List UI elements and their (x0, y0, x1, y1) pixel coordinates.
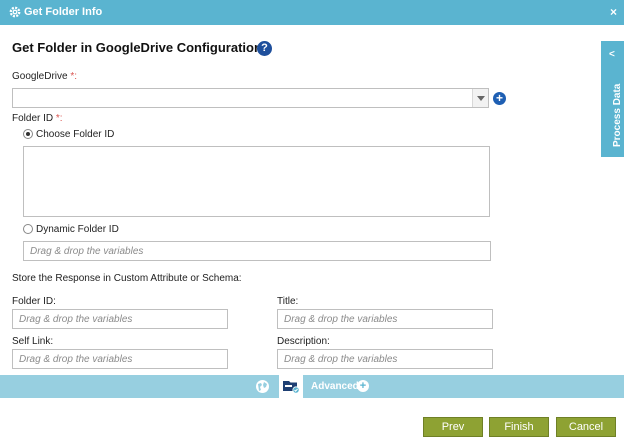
globe-icon[interactable] (255, 379, 270, 394)
choose-folder-radio[interactable] (23, 129, 33, 139)
folder-id-output-label: Folder ID: (12, 296, 56, 307)
add-connection-icon[interactable]: + (493, 92, 506, 105)
dynamic-folder-label: Dynamic Folder ID (36, 224, 119, 235)
title-output-label: Title: (277, 296, 299, 307)
title-bar: Get Folder Info × (0, 0, 624, 25)
dynamic-folder-input[interactable]: Drag & drop the variables (23, 241, 491, 261)
gear-icon (9, 6, 21, 18)
process-data-tab[interactable]: < Process Data (601, 41, 624, 157)
finish-button[interactable]: Finish (489, 417, 549, 437)
description-output-input[interactable]: Drag & drop the variables (277, 349, 493, 369)
store-response-label: Store the Response in Custom Attribute o… (12, 273, 242, 284)
self-link-output-input[interactable]: Drag & drop the variables (12, 349, 228, 369)
folder-picker-area[interactable] (23, 146, 490, 217)
folder-id-output-input[interactable]: Drag & drop the variables (12, 309, 228, 329)
dynamic-folder-radio[interactable] (23, 224, 33, 234)
folder-id-label-text: Folder ID (12, 113, 54, 124)
googledrive-label-text: GoogleDrive (12, 71, 68, 82)
googledrive-select[interactable] (12, 88, 489, 108)
choose-folder-label: Choose Folder ID (36, 129, 115, 140)
prev-button[interactable]: Prev (423, 417, 483, 437)
process-data-label: Process Data (612, 83, 623, 147)
self-link-output-label: Self Link: (12, 336, 54, 347)
window-title: Get Folder Info (24, 6, 103, 18)
cancel-button[interactable]: Cancel (556, 417, 616, 437)
help-icon[interactable]: ? (257, 41, 272, 56)
description-output-label: Description: (277, 336, 330, 347)
folder-settings-icon (283, 381, 300, 394)
required-mark: *: (70, 71, 78, 82)
advanced-expand-icon[interactable]: + (357, 380, 369, 392)
close-icon[interactable]: × (610, 5, 617, 19)
required-mark: *: (55, 113, 63, 124)
chevron-down-icon[interactable] (472, 89, 488, 107)
page-title: Get Folder in GoogleDrive Configuration (12, 40, 262, 55)
folder-id-label: Folder ID *: (12, 113, 63, 124)
googledrive-label: GoogleDrive *: (12, 71, 77, 82)
title-output-input[interactable]: Drag & drop the variables (277, 309, 493, 329)
advanced-label[interactable]: Advanced (311, 381, 359, 392)
tab-bar: Advanced + (0, 375, 624, 398)
chevron-left-icon[interactable]: < (609, 49, 615, 60)
folder-settings-tab[interactable] (279, 375, 303, 398)
